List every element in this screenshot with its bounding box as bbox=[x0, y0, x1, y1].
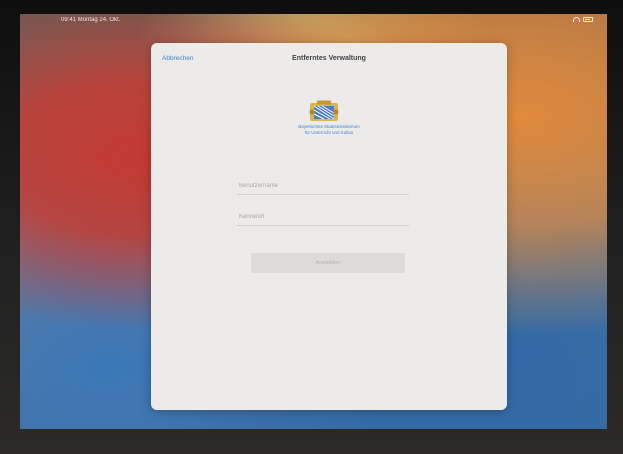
modal-header: Abbrechen Entferntes Verwaltung bbox=[151, 43, 507, 71]
status-bar: 09:41 Montag 24. Okt. bbox=[20, 14, 607, 28]
ministry-line-2: für Unterricht und Kultus bbox=[304, 130, 354, 135]
password-field-wrapper bbox=[237, 209, 409, 226]
username-field-wrapper bbox=[237, 178, 409, 195]
login-modal: Abbrechen Entferntes Verwaltung Bayerisc… bbox=[151, 43, 507, 410]
bavarian-coat-of-arms-icon bbox=[309, 100, 339, 121]
status-icons bbox=[573, 17, 593, 22]
password-input[interactable] bbox=[237, 209, 409, 225]
battery-icon bbox=[583, 17, 593, 22]
device-bezel: 09:41 Montag 24. Okt. Abbrechen Entfernt… bbox=[0, 0, 623, 454]
ministry-name: Bayerisches Staatsministerium für Unterr… bbox=[151, 124, 507, 136]
status-time-date: 09:41 Montag 24. Okt. bbox=[61, 17, 121, 23]
modal-title: Entferntes Verwaltung bbox=[292, 55, 366, 62]
ipad-screen: 09:41 Montag 24. Okt. Abbrechen Entfernt… bbox=[20, 14, 607, 429]
username-input[interactable] bbox=[237, 178, 409, 194]
wifi-icon bbox=[573, 17, 580, 22]
login-button[interactable]: Anmelden bbox=[251, 253, 405, 273]
